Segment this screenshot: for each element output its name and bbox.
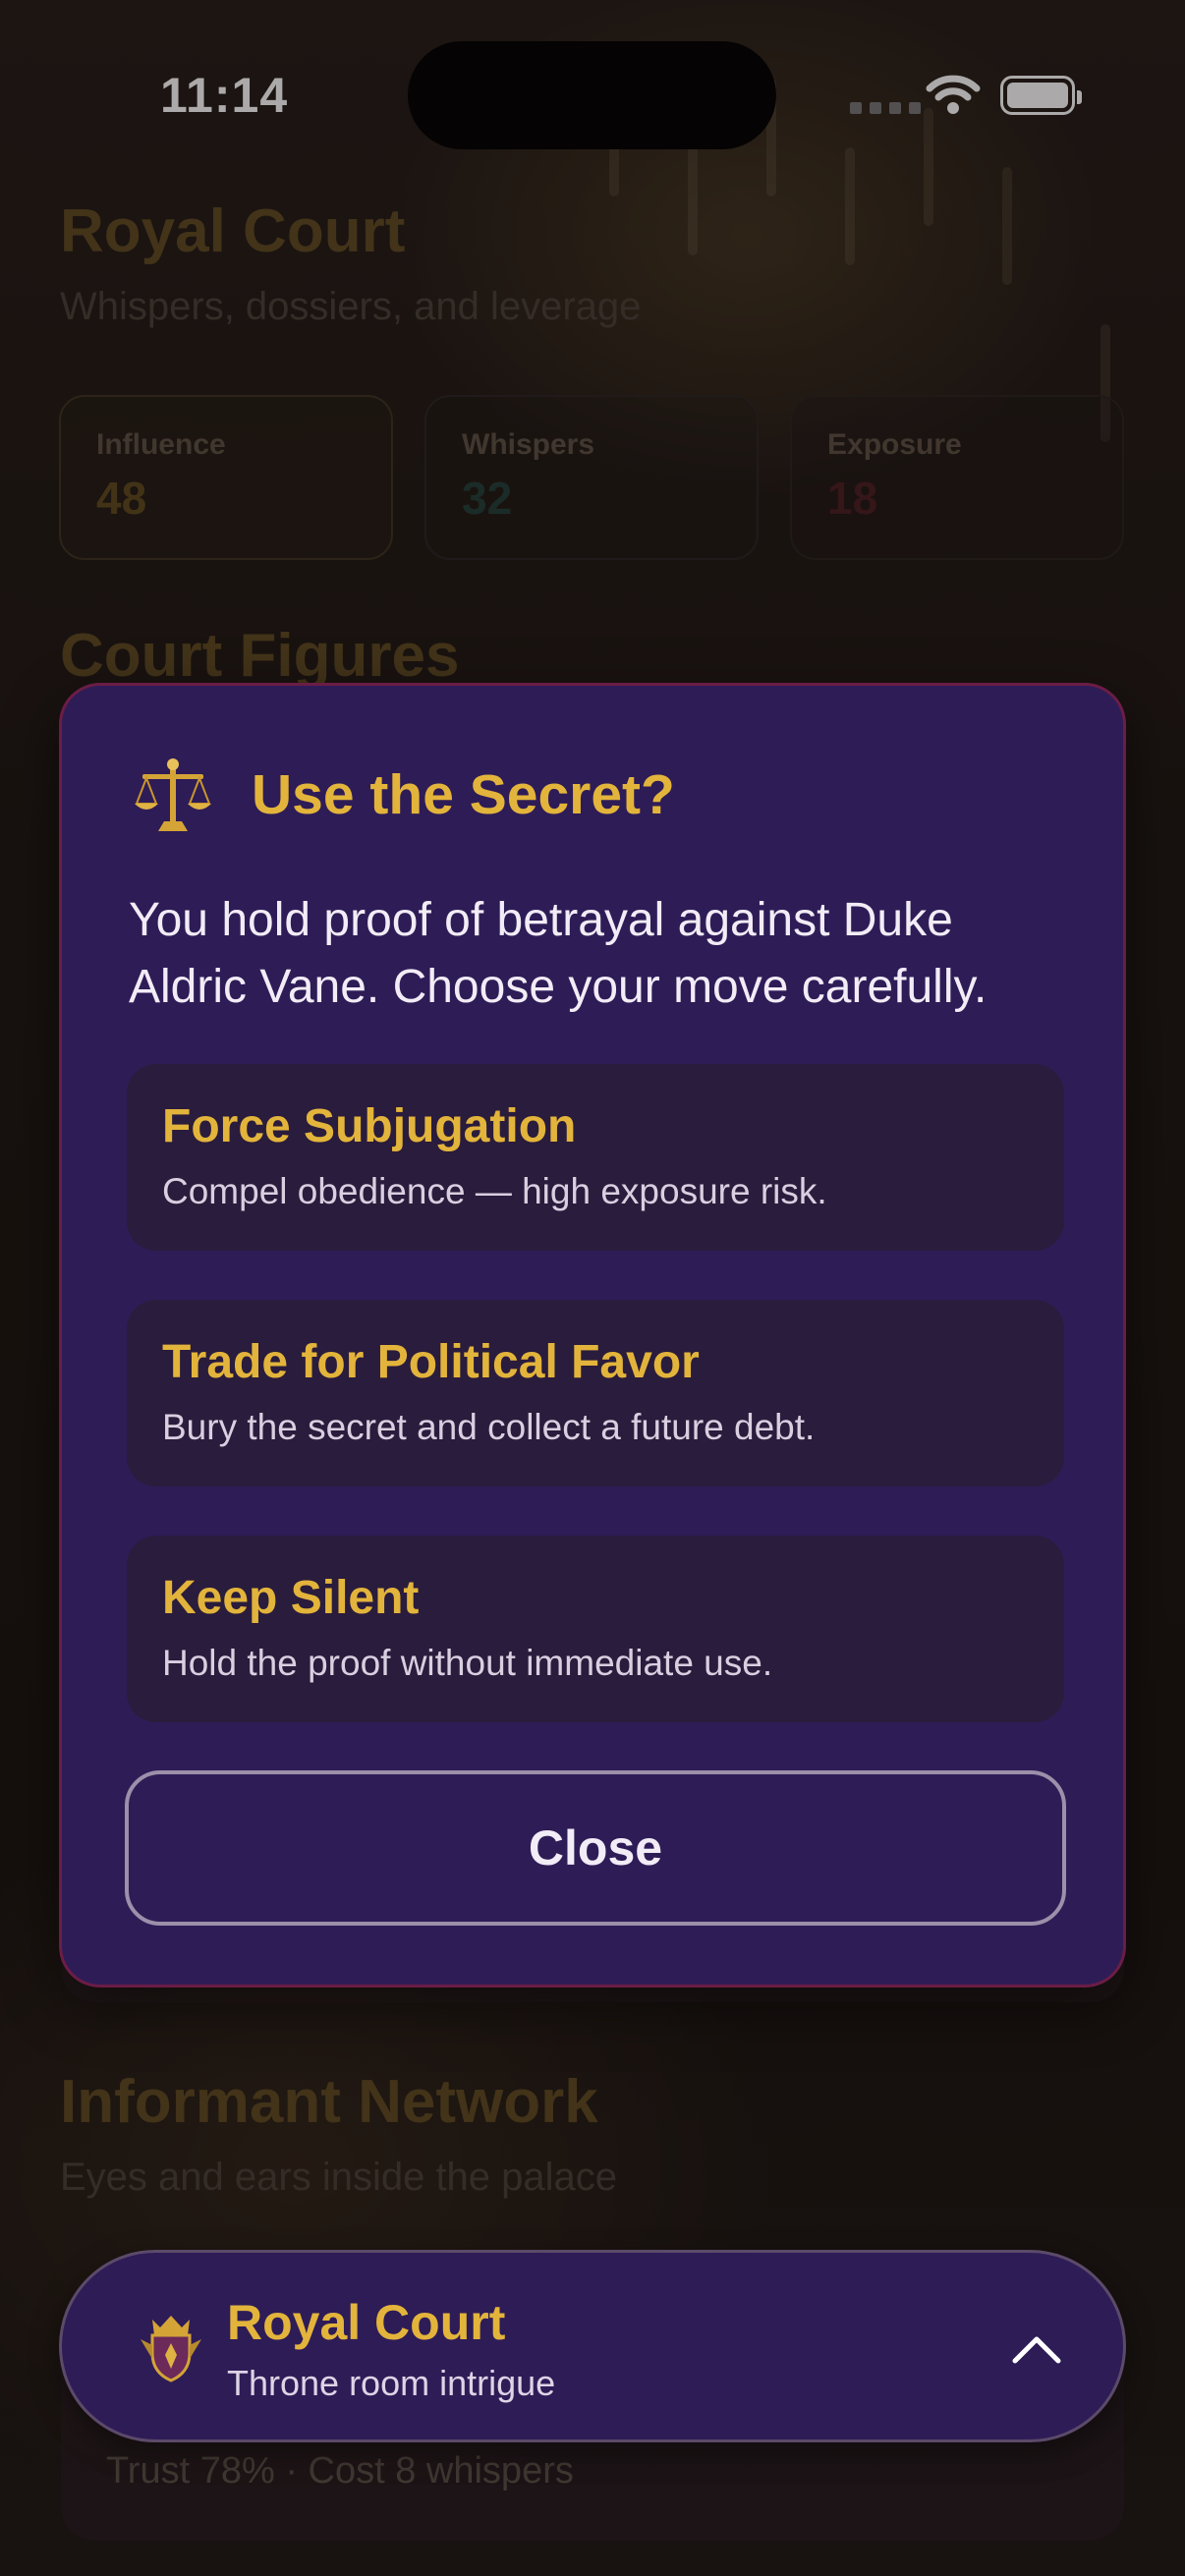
crest-icon [141,2316,201,2382]
option-title: Keep Silent [162,1572,420,1624]
option-keep-silent[interactable]: Keep Silent Hold the proof without immed… [127,1536,1064,1722]
option-title: Trade for Political Favor [162,1336,700,1388]
location-subtitle: Throne room intrigue [227,2363,556,2403]
dialog-message: You hold proof of betrayal against Duke … [129,894,988,1013]
scales-icon [135,758,211,831]
close-button[interactable]: Close [125,1770,1066,1926]
option-description: Bury the secret and collect a future deb… [162,1407,816,1447]
location-title: Royal Court [227,2295,506,2350]
option-description: Hold the proof without immediate use. [162,1643,773,1683]
option-trade-political-favor[interactable]: Trade for Political Favor Bury the secre… [127,1300,1064,1486]
dialog-title: Use the Secret? [252,763,675,826]
option-description: Compel obedience — high exposure risk. [162,1171,827,1211]
use-secret-dialog: Use the Secret? You hold proof of betray… [59,683,1126,1988]
option-title: Force Subjugation [162,1100,577,1152]
location-bar[interactable]: Royal Court Throne room intrigue [59,2250,1126,2442]
option-force-subjugation[interactable]: Force Subjugation Compel obedience — hig… [127,1064,1064,1251]
chevron-up-icon[interactable] [1009,2322,1064,2377]
